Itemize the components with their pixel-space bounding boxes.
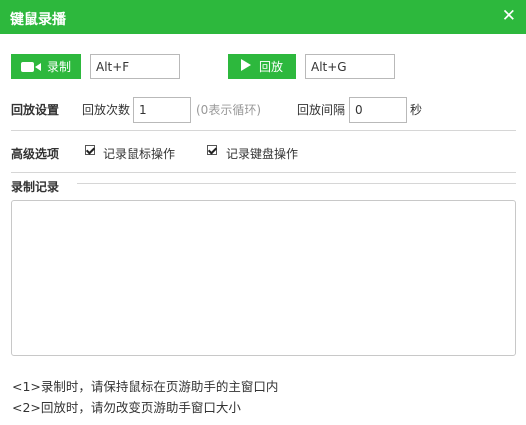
record-button[interactable]: 录制 [11,54,81,79]
record-mouse-checkbox[interactable] [85,145,95,155]
playback-interval-unit: 秒 [410,103,423,117]
play-icon [240,59,251,74]
record-mouse-label[interactable]: 记录鼠标操作 [103,145,175,162]
divider [11,130,516,131]
record-button-label: 录制 [46,60,71,74]
record-keyboard-checkbox[interactable] [207,145,217,155]
divider [11,172,516,173]
close-icon[interactable]: ✕ [502,6,516,26]
note-item: <2>回放时，请勿改变页游助手窗口大小 [12,400,241,415]
records-heading: 录制记录 [11,180,60,194]
playback-count-hint: (0表示循环) [196,103,261,117]
playback-button[interactable]: 回放 [228,54,296,79]
note-item: <1>录制时，请保持鼠标在页游助手的主窗口内 [12,379,279,394]
records-heading-line [77,183,516,184]
playback-interval-input[interactable] [349,97,407,123]
playback-settings-heading: 回放设置 [11,103,60,117]
playback-hotkey-input[interactable] [305,54,395,79]
advanced-options-heading: 高级选项 [11,147,60,161]
playback-button-label: 回放 [258,60,283,74]
records-textarea[interactable] [11,200,516,356]
playback-interval-label: 回放间隔 [297,103,346,117]
playback-count-label: 回放次数 [82,103,131,117]
camera-icon [20,61,41,73]
record-keyboard-label[interactable]: 记录键盘操作 [226,145,298,162]
record-hotkey-input[interactable] [90,54,180,79]
playback-count-input[interactable] [133,97,191,123]
window-title: 键鼠录播 [10,12,66,28]
title-bar: 键鼠录播 ✕ [0,0,526,34]
